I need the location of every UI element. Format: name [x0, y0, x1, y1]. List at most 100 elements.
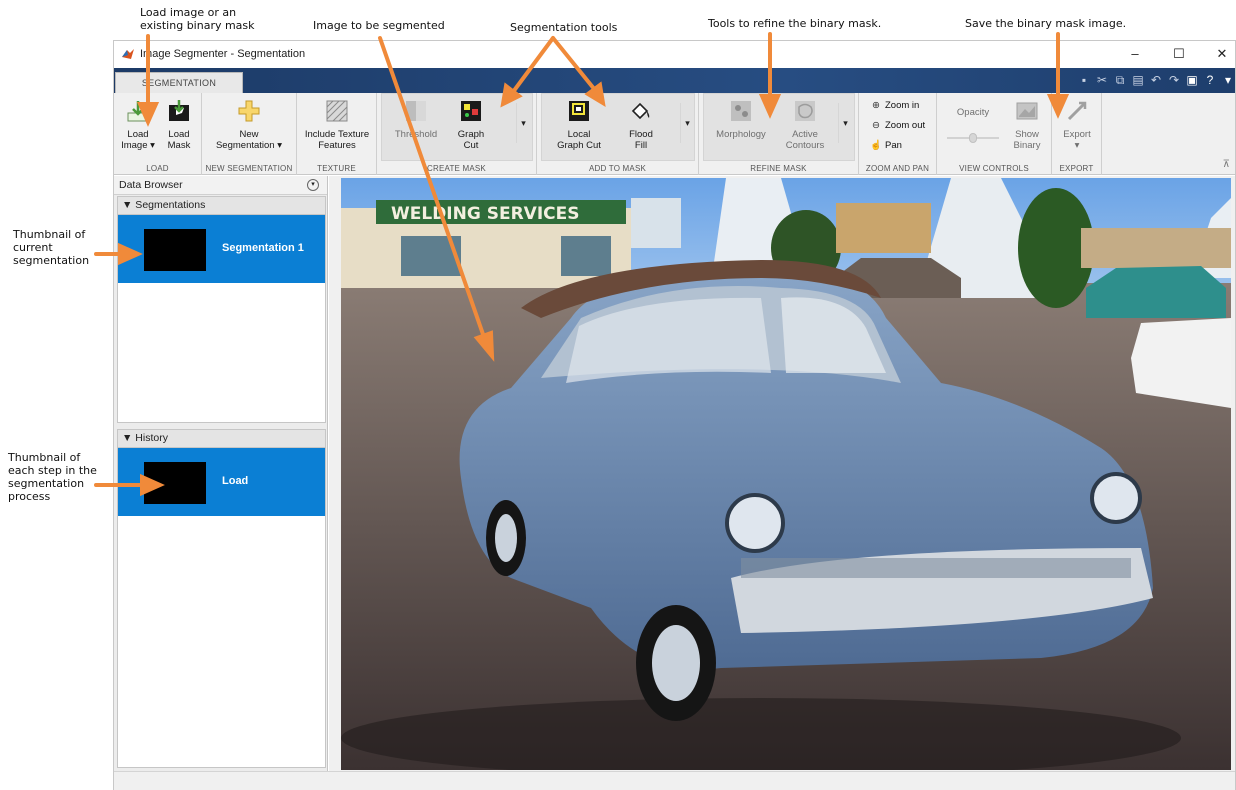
active-contours-label: Active Contours [785, 129, 825, 151]
graph-cut-button[interactable]: Graph Cut [449, 95, 493, 151]
morphology-icon [731, 101, 751, 121]
tab-segmentation[interactable]: SEGMENTATION [115, 72, 243, 94]
window-title: Image Segmenter - Segmentation [140, 48, 306, 60]
flood-fill-button[interactable]: Flood Fill [619, 95, 663, 151]
section-create-mask: Threshold Graph Cut ▾ CREATE MASK [377, 93, 537, 175]
segmentation-item[interactable]: Segmentation 1 [118, 215, 325, 283]
threshold-button[interactable]: Threshold [389, 95, 443, 140]
active-contours-button[interactable]: Active Contours [777, 95, 833, 151]
app-window: Image Segmenter - Segmentation – ☐ ✕ SEG… [113, 40, 1236, 790]
copy-icon[interactable]: ⧉ [1113, 72, 1127, 88]
history-thumbnail [144, 462, 206, 504]
section-new-segmentation: New Segmentation ▾ NEW SEGMENTATION [202, 93, 297, 175]
section-export: Export ▾ EXPORT [1052, 93, 1102, 175]
zoom-in-label: Zoom in [885, 100, 920, 111]
opacity-slider[interactable] [947, 133, 999, 143]
segmentation-item-label: Segmentation 1 [222, 242, 304, 254]
matlab-icon [122, 49, 134, 59]
section-refine-mask: Morphology Active Contours ▾ REFINE MASK [699, 93, 859, 175]
history-panel: Load [117, 448, 326, 768]
toolstrip: Load Image ▾ Load Mask LOAD New Segmenta… [114, 93, 1235, 175]
opacity-label: Opacity [956, 107, 990, 118]
load-mask-label: Load Mask [167, 129, 191, 151]
add-to-mask-dropdown[interactable]: ▾ [680, 103, 694, 143]
minimize-button[interactable]: – [1124, 44, 1146, 64]
refine-mask-dropdown[interactable]: ▾ [838, 103, 852, 143]
load-image-label: Load Image ▾ [121, 129, 155, 151]
close-button[interactable]: ✕ [1211, 44, 1233, 64]
graph-cut-label: Graph Cut [457, 129, 485, 151]
section-export-label: EXPORT [1059, 164, 1094, 173]
zoom-out-label: Zoom out [885, 120, 926, 131]
include-texture-label: Include Texture Features [304, 129, 370, 151]
undo-icon[interactable]: ↶ [1149, 72, 1163, 88]
export-button[interactable]: Export ▾ [1055, 95, 1099, 151]
section-texture: Include Texture Features TEXTURE [297, 93, 377, 175]
section-view-controls: Opacity Show Binary VIEW CONTROLS [937, 93, 1052, 175]
callout-image: Image to be segmented [313, 19, 445, 32]
history-header[interactable]: ▼ History [117, 429, 326, 448]
zoom-in-icon: ⊕ [872, 100, 880, 111]
data-browser-header: Data Browser ▾ [114, 176, 327, 195]
show-binary-button[interactable]: Show Binary [1007, 95, 1047, 151]
pan-hand-icon: ☝ [870, 140, 882, 151]
callout-thumbnail-history: Thumbnail of each step in the segmentati… [8, 451, 97, 503]
local-graph-cut-button[interactable]: Local Graph Cut [551, 95, 607, 151]
callout-load: Load image or an existing binary mask [140, 6, 255, 32]
opacity-slider-thumb[interactable] [969, 133, 977, 143]
active-contours-icon [795, 101, 815, 121]
car-photo[interactable]: WELDING SERVICES [341, 178, 1231, 770]
segmentations-header[interactable]: ▼ Segmentations [117, 196, 326, 215]
section-load-label: LOAD [146, 164, 169, 173]
status-bar [114, 771, 1235, 790]
save-icon[interactable]: ▪ [1077, 72, 1091, 88]
show-binary-label: Show Binary [1013, 129, 1041, 151]
texture-icon [326, 100, 348, 122]
new-segmentation-label: New Segmentation ▾ [215, 129, 283, 151]
create-mask-dropdown[interactable]: ▾ [516, 103, 530, 143]
load-image-button[interactable]: Load Image ▾ [118, 95, 158, 151]
image-viewer[interactable]: WELDING SERVICES [329, 176, 1235, 771]
export-dropdown-arrow: ▾ [1074, 140, 1080, 151]
load-mask-icon [169, 100, 189, 121]
section-refine-mask-label: REFINE MASK [750, 164, 807, 173]
title-bar: Image Segmenter - Segmentation – ☐ ✕ [114, 41, 1235, 68]
section-zoom-label: ZOOM AND PAN [865, 164, 930, 173]
graph-cut-icon [461, 101, 481, 121]
history-item[interactable]: Load [118, 448, 325, 516]
section-texture-label: TEXTURE [317, 164, 356, 173]
tab-strip: SEGMENTATION ▪ ✂ ⧉ ▤ ↶ ↷ ▣ ? ▾ [114, 68, 1235, 94]
morphology-button[interactable]: Morphology [711, 95, 771, 140]
cut-icon[interactable]: ✂ [1095, 72, 1109, 88]
local-graph-cut-label: Local Graph Cut [557, 129, 601, 151]
show-binary-icon [1016, 102, 1038, 120]
chevron-down-icon[interactable]: ▾ [1221, 72, 1235, 88]
browser-options-icon[interactable]: ▾ [307, 179, 319, 191]
plus-icon [238, 100, 260, 122]
collapse-toolstrip-icon[interactable]: ⊼ [1223, 159, 1230, 170]
zoom-out-button[interactable]: ⊖ Zoom out [869, 119, 925, 132]
redo-icon[interactable]: ↷ [1167, 72, 1181, 88]
pan-button[interactable]: ☝ Pan [869, 139, 902, 152]
maximize-button[interactable]: ☐ [1168, 44, 1190, 64]
callout-refine: Tools to refine the binary mask. [708, 17, 882, 30]
section-load: Load Image ▾ Load Mask LOAD [114, 93, 202, 175]
load-mask-button[interactable]: Load Mask [160, 95, 198, 151]
section-add-to-mask-label: ADD TO MASK [588, 164, 647, 173]
welding-sign: WELDING SERVICES [391, 204, 580, 224]
export-label: Export [1063, 129, 1091, 140]
history-item-label: Load [222, 475, 249, 487]
include-texture-button[interactable]: Include Texture Features [299, 95, 375, 151]
zoom-in-button[interactable]: ⊕ Zoom in [869, 99, 919, 112]
quick-access-toolbar: ▪ ✂ ⧉ ▤ ↶ ↷ ▣ ? ▾ [1077, 72, 1235, 90]
paste-icon[interactable]: ▤ [1131, 72, 1145, 88]
threshold-label: Threshold [394, 129, 438, 140]
export-icon [1067, 101, 1087, 121]
callout-thumbnail-current: Thumbnail of current segmentation [13, 228, 90, 267]
new-segmentation-button[interactable]: New Segmentation ▾ [204, 95, 294, 151]
help-icon[interactable]: ? [1203, 72, 1217, 88]
flood-fill-label: Flood Fill [629, 129, 653, 151]
data-browser: Data Browser ▾ ▼ Segmentations Segmentat… [114, 176, 328, 771]
window-layout-icon[interactable]: ▣ [1185, 72, 1199, 88]
section-new-segmentation-label: NEW SEGMENTATION [205, 164, 293, 173]
